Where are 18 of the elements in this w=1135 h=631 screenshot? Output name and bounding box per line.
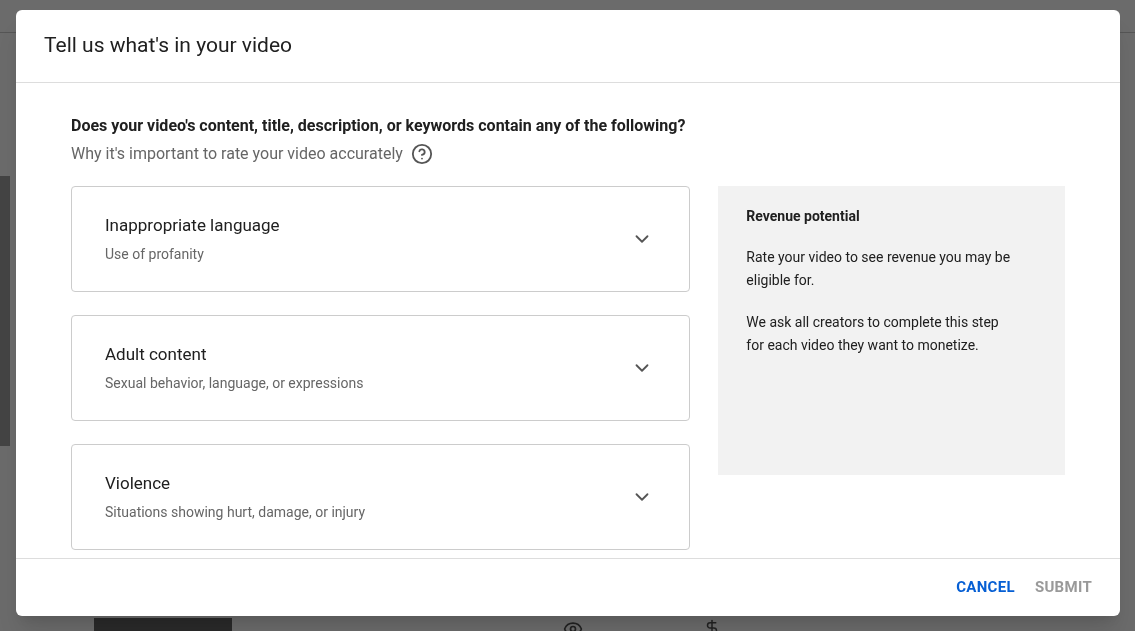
scrollbar-thumb[interactable] <box>0 176 10 446</box>
help-icon[interactable] <box>410 143 433 165</box>
category-title: Violence <box>105 471 172 495</box>
panel-paragraph: Rate your video to see revenue you may be eligible for. <box>746 248 1012 290</box>
category-panel[interactable]: Adult content Sexual behavior, language, or expressions <box>71 315 691 421</box>
cancel-button[interactable]: CANCEL <box>948 570 1023 605</box>
question-text: Does your video's content, title, description, or keywords contain any of the following? <box>71 115 687 137</box>
category-title: Inappropriate language <box>105 213 281 237</box>
category-subtitle: Sexual behavior, language, or expressions <box>105 374 365 394</box>
category-subtitle: Use of profanity <box>105 245 205 265</box>
dialog-title: Tell us what's in your video <box>44 32 293 60</box>
panel-paragraph: We ask all creators to complete this step for each video they want to monetize. <box>746 313 1000 355</box>
panel-title: Revenue potential <box>746 207 861 226</box>
category-panel[interactable]: Violence Situations showing hurt, damage, or injury <box>71 444 691 550</box>
help-link[interactable]: Why it's important to rate your video accurately <box>71 142 403 166</box>
category-panel[interactable]: Inappropriate language Use of profanity <box>71 186 691 292</box>
category-title: Adult content <box>105 342 208 366</box>
category-subtitle: Situations showing hurt, damage, or injury <box>105 503 367 523</box>
